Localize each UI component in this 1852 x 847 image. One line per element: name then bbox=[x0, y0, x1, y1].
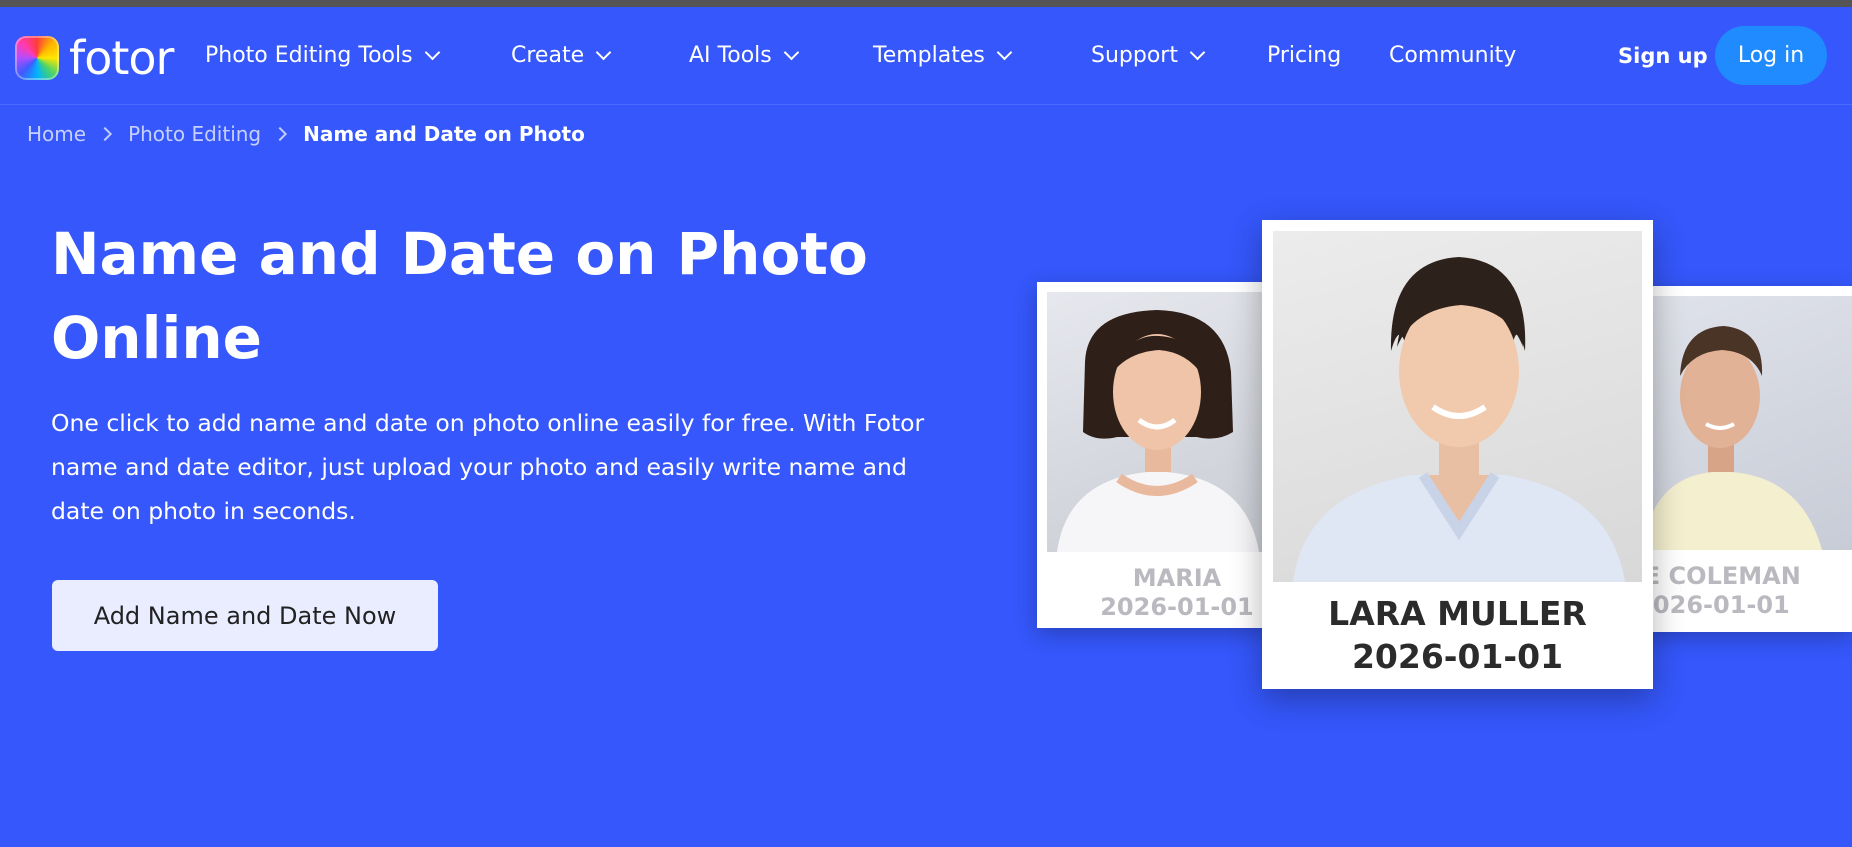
breadcrumb-photo-editing[interactable]: Photo Editing bbox=[128, 122, 261, 146]
breadcrumb-home[interactable]: Home bbox=[27, 122, 86, 146]
browser-top-strip bbox=[0, 0, 1852, 7]
caption-date: 2026-01-01 bbox=[1351, 637, 1564, 676]
sample-photo-card: KE COLEMAN 2026-01-01 bbox=[1640, 286, 1852, 632]
chevron-down-icon bbox=[424, 44, 440, 60]
nav-item-label: Pricing bbox=[1267, 43, 1342, 68]
caption-name: LARA MULLER bbox=[1328, 594, 1587, 633]
caption-date: 2026-01-01 bbox=[1640, 591, 1790, 619]
fotor-logo[interactable]: fotor bbox=[15, 31, 174, 85]
chevron-down-icon bbox=[996, 44, 1013, 60]
portrait-photo bbox=[1652, 296, 1852, 550]
photo-caption: KE COLEMAN 2026-01-01 bbox=[1640, 562, 1852, 620]
chevron-down-icon bbox=[783, 44, 800, 60]
portrait-photo bbox=[1273, 231, 1642, 582]
fotor-logo-icon bbox=[15, 36, 59, 80]
caption-name: KE COLEMAN bbox=[1640, 562, 1801, 590]
nav-item-templates[interactable]: Templates bbox=[873, 7, 1013, 104]
portrait-photo bbox=[1047, 292, 1267, 552]
featured-photo-card: LARA MULLER 2026-01-01 bbox=[1262, 220, 1653, 689]
hero-description: One click to add name and date on photo … bbox=[51, 409, 925, 525]
nav-item-photo-editing-tools[interactable]: Photo Editing Tools bbox=[205, 7, 440, 104]
nav-item-label: Templates bbox=[873, 43, 985, 68]
chevron-down-icon bbox=[595, 44, 612, 60]
logo-text: fotor bbox=[69, 31, 174, 85]
caption-name: MARIA bbox=[1132, 564, 1222, 592]
caption-date: 2026-01-01 bbox=[1100, 593, 1254, 621]
nav-item-pricing[interactable]: Pricing bbox=[1267, 7, 1341, 104]
nav-item-ai-tools[interactable]: AI Tools bbox=[689, 7, 800, 104]
sample-photo-card: MARIA 2026-01-01 bbox=[1037, 282, 1267, 628]
breadcrumb-current: Name and Date on Photo bbox=[303, 122, 585, 146]
nav-item-community[interactable]: Community bbox=[1389, 7, 1516, 104]
chevron-down-icon bbox=[1189, 44, 1206, 60]
nav-item-support[interactable]: Support bbox=[1091, 7, 1206, 104]
photo-caption: MARIA 2026-01-01 bbox=[1037, 564, 1267, 622]
page-title: Name and Date on Photo Online bbox=[51, 220, 868, 372]
nav-item-label: Create bbox=[511, 43, 585, 68]
photo-caption: LARA MULLER 2026-01-01 bbox=[1262, 592, 1653, 678]
breadcrumb: Home Photo Editing Name and Date on Phot… bbox=[27, 122, 585, 146]
sign-up-link[interactable]: Sign up bbox=[1618, 7, 1708, 104]
log-in-button[interactable]: Log in bbox=[1715, 26, 1827, 85]
nav-item-label: Support bbox=[1091, 43, 1178, 68]
nav-item-label: Photo Editing Tools bbox=[205, 43, 413, 68]
nav-item-label: AI Tools bbox=[689, 43, 772, 68]
chevron-right-icon bbox=[273, 126, 288, 142]
chevron-right-icon bbox=[97, 126, 113, 142]
nav-item-label: Community bbox=[1389, 43, 1517, 68]
nav-item-create[interactable]: Create bbox=[511, 7, 612, 104]
add-name-and-date-button[interactable]: Add Name and Date Now bbox=[52, 580, 438, 651]
